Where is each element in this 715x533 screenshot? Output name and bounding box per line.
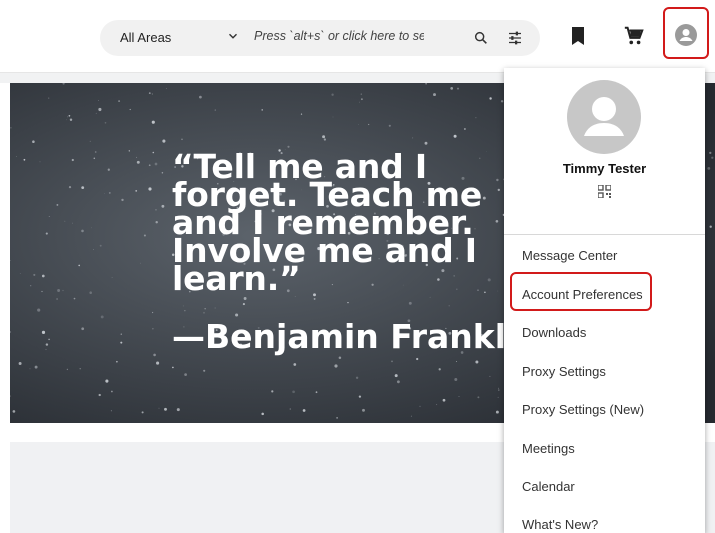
menu-item-whats-new[interactable]: What's New? (522, 517, 598, 532)
menu-item-meetings[interactable]: Meetings (522, 441, 575, 456)
menu-item-proxy-settings-new[interactable]: Proxy Settings (New) (522, 402, 644, 417)
menu-item-downloads[interactable]: Downloads (522, 325, 586, 340)
menu-item-proxy-settings[interactable]: Proxy Settings (522, 364, 606, 379)
area-select[interactable]: All Areas (120, 30, 171, 45)
user-avatar (567, 80, 641, 154)
bookmark-icon[interactable] (571, 27, 585, 45)
user-name: Timmy Tester (562, 161, 647, 176)
search-bar[interactable]: All Areas Press `alt+s` or click here to… (100, 20, 540, 56)
top-bar: All Areas Press `alt+s` or click here to… (0, 0, 715, 73)
tune-icon[interactable] (506, 29, 524, 47)
menu-divider (504, 234, 705, 235)
chevron-down-icon[interactable] (226, 29, 240, 43)
qr-code-icon[interactable] (598, 185, 611, 198)
account-button-highlight (663, 7, 709, 59)
hero-quote: “Tell me and I forget. Teach me and I re… (172, 147, 482, 298)
menu-item-message-center[interactable]: Message Center (522, 248, 617, 263)
account-preferences-highlight (510, 272, 652, 311)
cart-icon[interactable] (623, 25, 645, 47)
menu-item-calendar[interactable]: Calendar (522, 479, 575, 494)
search-icon[interactable] (473, 30, 489, 46)
search-input[interactable]: Press `alt+s` or click here to search (254, 29, 424, 43)
